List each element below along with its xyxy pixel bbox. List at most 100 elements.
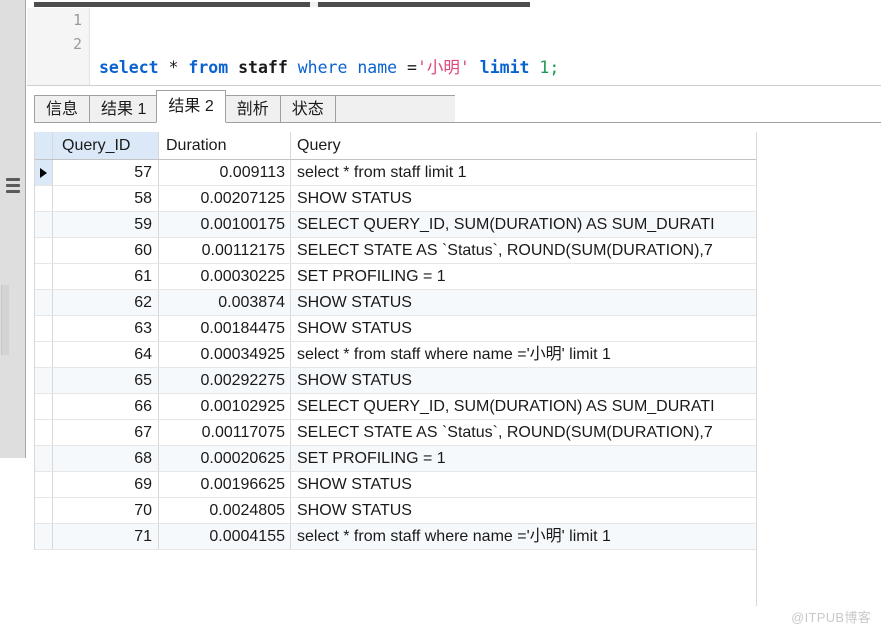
cell-query[interactable]: SELECT STATE AS `Status`, ROUND(SUM(DURA… bbox=[291, 238, 757, 263]
grid-right-border bbox=[756, 132, 757, 606]
cell-query[interactable]: SHOW STATUS bbox=[291, 186, 757, 211]
cell-query-id[interactable]: 68 bbox=[53, 446, 159, 471]
sql-editor[interactable]: 1 2 select * from staff where name ='小明'… bbox=[27, 8, 881, 86]
table-row[interactable]: 64 0.00034925 select * from staff where … bbox=[35, 342, 757, 368]
table-row[interactable]: 65 0.00292275 SHOW STATUS bbox=[35, 368, 757, 394]
cell-query-id[interactable]: 67 bbox=[53, 420, 159, 445]
table-row[interactable]: 58 0.00207125 SHOW STATUS bbox=[35, 186, 757, 212]
cell-duration[interactable]: 0.00196625 bbox=[159, 472, 291, 497]
tab-profile[interactable]: 剖析 bbox=[225, 95, 280, 123]
token-column: name bbox=[357, 58, 397, 77]
row-marker[interactable] bbox=[35, 420, 53, 445]
cell-query-id[interactable]: 70 bbox=[53, 498, 159, 523]
row-marker[interactable] bbox=[35, 264, 53, 289]
cell-query-id[interactable]: 69 bbox=[53, 472, 159, 497]
cell-duration[interactable]: 0.009113 bbox=[159, 160, 291, 185]
cell-query[interactable]: select * from staff limit 1 bbox=[291, 160, 757, 185]
tab-info[interactable]: 信息 bbox=[34, 95, 89, 123]
table-row[interactable]: 70 0.0024805 SHOW STATUS bbox=[35, 498, 757, 524]
row-marker[interactable] bbox=[35, 160, 53, 185]
row-marker[interactable] bbox=[35, 186, 53, 211]
cell-query-id[interactable]: 62 bbox=[53, 290, 159, 315]
cell-duration[interactable]: 0.00102925 bbox=[159, 394, 291, 419]
table-row[interactable]: 71 0.0004155 select * from staff where n… bbox=[35, 524, 757, 550]
grip-handle-icon[interactable] bbox=[6, 178, 20, 194]
cell-query[interactable]: SHOW STATUS bbox=[291, 498, 757, 523]
cell-query-id[interactable]: 63 bbox=[53, 316, 159, 341]
cell-query[interactable]: SHOW STATUS bbox=[291, 472, 757, 497]
table-row[interactable]: 66 0.00102925 SELECT QUERY_ID, SUM(DURAT… bbox=[35, 394, 757, 420]
cell-duration[interactable]: 0.00030225 bbox=[159, 264, 291, 289]
cell-query[interactable]: select * from staff where name ='小明' lim… bbox=[291, 524, 757, 549]
table-row[interactable]: 62 0.003874 SHOW STATUS bbox=[35, 290, 757, 316]
cell-query-id[interactable]: 66 bbox=[53, 394, 159, 419]
table-row[interactable]: 61 0.00030225 SET PROFILING = 1 bbox=[35, 264, 757, 290]
results-grid[interactable]: Query_ID Duration Query 57 0.009113 sele… bbox=[34, 132, 757, 550]
row-marker[interactable] bbox=[35, 316, 53, 341]
column-header-duration[interactable]: Duration bbox=[159, 132, 291, 159]
cell-query-id[interactable]: 61 bbox=[53, 264, 159, 289]
cell-query-id[interactable]: 58 bbox=[53, 186, 159, 211]
table-row[interactable]: 68 0.00020625 SET PROFILING = 1 bbox=[35, 446, 757, 472]
grid-header-row: Query_ID Duration Query bbox=[35, 132, 757, 160]
row-marker[interactable] bbox=[35, 498, 53, 523]
editor-line-number-gutter: 1 2 bbox=[27, 8, 90, 85]
splitter-handle[interactable] bbox=[1, 285, 9, 355]
tab-strip-filler bbox=[335, 95, 455, 123]
row-marker[interactable] bbox=[35, 472, 53, 497]
result-tab-strip: 信息 结果 1 结果 2 剖析 状态 bbox=[34, 90, 881, 123]
cell-duration[interactable]: 0.00207125 bbox=[159, 186, 291, 211]
row-marker[interactable] bbox=[35, 368, 53, 393]
cell-duration[interactable]: 0.0004155 bbox=[159, 524, 291, 549]
row-marker[interactable] bbox=[35, 238, 53, 263]
table-row[interactable]: 59 0.00100175 SELECT QUERY_ID, SUM(DURAT… bbox=[35, 212, 757, 238]
table-row[interactable]: 69 0.00196625 SHOW STATUS bbox=[35, 472, 757, 498]
cell-query[interactable]: SHOW STATUS bbox=[291, 290, 757, 315]
tab-status[interactable]: 状态 bbox=[280, 95, 335, 123]
table-row[interactable]: 60 0.00112175 SELECT STATE AS `Status`, … bbox=[35, 238, 757, 264]
token-number: 1 bbox=[539, 58, 549, 77]
table-row[interactable]: 63 0.00184475 SHOW STATUS bbox=[35, 316, 757, 342]
cell-query-id[interactable]: 60 bbox=[53, 238, 159, 263]
row-marker[interactable] bbox=[35, 446, 53, 471]
cell-query[interactable]: select * from staff where name ='小明' lim… bbox=[291, 342, 757, 367]
row-marker[interactable] bbox=[35, 212, 53, 237]
row-marker[interactable] bbox=[35, 342, 53, 367]
table-row[interactable]: 67 0.00117075 SELECT STATE AS `Status`, … bbox=[35, 420, 757, 446]
cell-duration[interactable]: 0.00100175 bbox=[159, 212, 291, 237]
token-select: select bbox=[99, 58, 159, 77]
cell-query-id[interactable]: 59 bbox=[53, 212, 159, 237]
row-marker[interactable] bbox=[35, 394, 53, 419]
cell-query-id[interactable]: 65 bbox=[53, 368, 159, 393]
cell-query[interactable]: SET PROFILING = 1 bbox=[291, 446, 757, 471]
cell-query[interactable]: SHOW STATUS bbox=[291, 316, 757, 341]
cell-query-id[interactable]: 71 bbox=[53, 524, 159, 549]
cell-duration[interactable]: 0.00292275 bbox=[159, 368, 291, 393]
cell-query[interactable]: SELECT STATE AS `Status`, ROUND(SUM(DURA… bbox=[291, 420, 757, 445]
cell-duration[interactable]: 0.00034925 bbox=[159, 342, 291, 367]
top-toolbar-strip bbox=[34, 2, 530, 7]
cell-query-id[interactable]: 57 bbox=[53, 160, 159, 185]
cell-query[interactable]: SET PROFILING = 1 bbox=[291, 264, 757, 289]
row-marker[interactable] bbox=[35, 524, 53, 549]
tab-result-2[interactable]: 结果 2 bbox=[156, 90, 225, 123]
cell-query[interactable]: SHOW STATUS bbox=[291, 368, 757, 393]
table-row[interactable]: 57 0.009113 select * from staff limit 1 bbox=[35, 160, 757, 186]
cell-query[interactable]: SELECT QUERY_ID, SUM(DURATION) AS SUM_DU… bbox=[291, 212, 757, 237]
cell-duration[interactable]: 0.00184475 bbox=[159, 316, 291, 341]
cell-duration[interactable]: 0.003874 bbox=[159, 290, 291, 315]
token-table: staff bbox=[238, 58, 288, 77]
cell-duration[interactable]: 0.00020625 bbox=[159, 446, 291, 471]
cell-query-id[interactable]: 64 bbox=[53, 342, 159, 367]
tab-result-1[interactable]: 结果 1 bbox=[89, 95, 157, 123]
column-header-query-id[interactable]: Query_ID bbox=[53, 132, 159, 159]
tab-strip-tail bbox=[455, 95, 881, 123]
cell-duration[interactable]: 0.0024805 bbox=[159, 498, 291, 523]
column-header-query[interactable]: Query bbox=[291, 132, 757, 159]
cell-query[interactable]: SELECT QUERY_ID, SUM(DURATION) AS SUM_DU… bbox=[291, 394, 757, 419]
row-marker[interactable] bbox=[35, 290, 53, 315]
cell-duration[interactable]: 0.00112175 bbox=[159, 238, 291, 263]
editor-code-area[interactable]: select * from staff where name ='小明' lim… bbox=[99, 8, 881, 86]
token-from: from bbox=[188, 58, 228, 77]
cell-duration[interactable]: 0.00117075 bbox=[159, 420, 291, 445]
